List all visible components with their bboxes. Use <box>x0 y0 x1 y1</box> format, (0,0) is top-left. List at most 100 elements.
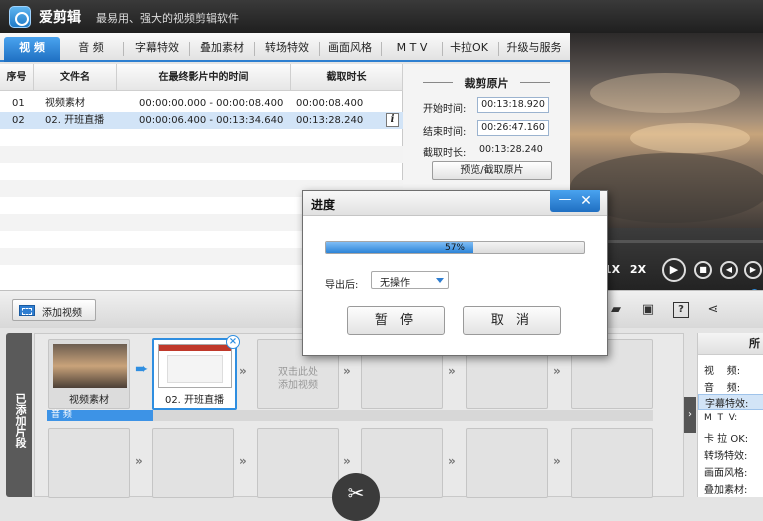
prev-frame-icon: ◀ <box>725 265 733 274</box>
tab-separator <box>254 42 255 56</box>
row-duration: 00:13:28.240 <box>296 115 364 126</box>
tab-transition-effects[interactable]: 转场特效 <box>257 37 317 59</box>
project-info-panel: 所 视 频: 音 频: 字幕特效: M T V: 卡 拉 OK: 转场特效: 画… <box>697 333 763 497</box>
tab-video[interactable]: 视 频 <box>4 37 60 62</box>
transition-arrow-icon[interactable]: » <box>553 454 567 468</box>
start-time-field[interactable]: 00:13:18.920 <box>477 97 549 113</box>
film-icon <box>19 305 35 316</box>
after-export-value: 无操作 <box>380 278 410 289</box>
progress-percent: 57% <box>444 243 465 253</box>
table-row-selected[interactable]: 02 02. 开班直播 00:00:06.400 - 00:13:34.640 … <box>0 112 403 129</box>
arrow-right-icon: ➨ <box>135 359 149 378</box>
save-icon[interactable]: ▣ <box>640 302 656 318</box>
tab-overlay-materials[interactable]: 叠加素材 <box>192 37 252 59</box>
empty-clip-slot[interactable] <box>466 428 548 498</box>
col-header-duration: 截取时长 <box>291 64 403 91</box>
next-frame-button[interactable]: ▶ <box>744 261 762 279</box>
minimize-icon[interactable]: — <box>556 191 574 211</box>
clip-card[interactable]: 视频素材 <box>48 339 130 409</box>
add-video-label: 添加视频 <box>42 308 82 319</box>
dialog-title: 进度 <box>311 198 336 212</box>
info-row-subtitle[interactable]: 字幕特效: <box>698 394 763 410</box>
tab-subtitle-effects[interactable]: 字幕特效 <box>127 37 187 59</box>
thumbnail-header <box>159 345 231 351</box>
tab-upgrade-service[interactable]: 升级与服务 <box>501 37 567 59</box>
info-row-overlay: 叠加素材: <box>704 485 748 496</box>
transition-arrow-icon[interactable]: » <box>553 364 567 378</box>
remove-clip-icon[interactable]: × <box>226 335 240 349</box>
row-time: 00:00:00.000 - 00:00:08.400 <box>139 98 284 109</box>
row-filename: 02. 开班直播 <box>45 115 105 126</box>
row-filename: 视频素材 <box>45 98 85 109</box>
info-row-audio: 音 频: <box>704 383 741 394</box>
add-video-hint: 双击此处 添加视频 <box>258 366 338 392</box>
preview-cloud <box>590 73 740 113</box>
preview-cloud <box>630 123 750 153</box>
info-row-transition: 转场特效: <box>704 451 748 462</box>
panel-header: 所 <box>698 333 763 355</box>
tab-separator <box>442 42 443 56</box>
trim-title: 裁剪原片 <box>464 77 509 90</box>
transition-arrow-icon[interactable]: » <box>448 364 462 378</box>
audio-track[interactable]: 音 频 <box>47 410 653 421</box>
play-button[interactable]: ▶ <box>662 258 686 282</box>
row-duration: 00:00:08.400 <box>296 98 364 109</box>
chevron-down-icon <box>436 278 444 283</box>
stop-button[interactable]: ■ <box>694 261 712 279</box>
transition-arrow-icon[interactable]: » <box>135 454 149 468</box>
col-header-index: 序号 <box>0 64 34 91</box>
tab-mtv[interactable]: M T V <box>384 37 440 59</box>
row-time: 00:00:06.400 - 00:13:34.640 <box>139 115 284 126</box>
tab-separator <box>189 42 190 56</box>
transition-arrow-icon[interactable]: » <box>239 364 253 378</box>
table-stripe <box>0 146 403 163</box>
help-icon[interactable]: ? <box>673 302 689 318</box>
audio-track-label: 音 频 <box>47 410 153 421</box>
end-time-label: 结束时间: <box>423 127 467 138</box>
row-index: 02 <box>12 115 25 126</box>
empty-clip-slot[interactable] <box>48 428 130 498</box>
preview-trim-button[interactable]: 预览/截取原片 <box>432 161 552 180</box>
added-clips-tab[interactable]: 已添加片段 <box>6 333 32 497</box>
close-icon[interactable]: ✕ <box>577 191 595 211</box>
transition-arrow-icon[interactable]: » <box>343 364 357 378</box>
empty-clip-slot[interactable] <box>152 428 234 498</box>
transition-arrow-icon[interactable]: » <box>343 454 357 468</box>
info-row-video: 视 频: <box>704 366 741 377</box>
play-icon: ▶ <box>669 263 679 276</box>
stop-icon: ■ <box>699 265 707 274</box>
collapse-panel-icon[interactable]: › <box>684 397 696 433</box>
transition-arrow-icon[interactable]: » <box>448 454 462 468</box>
table-row[interactable]: 01 视频素材 00:00:00.000 - 00:00:08.400 00:0… <box>0 95 403 112</box>
thumbnail-body <box>167 355 223 383</box>
tab-picture-style[interactable]: 画面风格 <box>320 37 380 59</box>
info-icon[interactable]: i <box>386 113 399 127</box>
dialog-titlebar[interactable]: 进度 — ✕ <box>303 190 607 216</box>
after-export-select[interactable]: 无操作 <box>371 271 449 289</box>
trim-duration-label: 截取时长: <box>423 148 467 159</box>
trim-duration-value: 00:13:28.240 <box>479 144 543 155</box>
clip-card-selected[interactable]: 02. 开班直播 × <box>152 335 240 410</box>
speed-2x-button[interactable]: 2X <box>627 261 649 279</box>
after-export-label: 导出后: <box>325 280 359 291</box>
transition-arrow-icon[interactable]: » <box>239 454 253 468</box>
open-folder-icon[interactable]: ▰ <box>608 302 624 318</box>
prev-frame-button[interactable]: ◀ <box>720 261 738 279</box>
playback-timeline[interactable] <box>600 240 763 243</box>
tab-audio[interactable]: 音 频 <box>66 37 116 59</box>
scissors-icon[interactable]: ✂ <box>332 473 380 521</box>
end-time-field[interactable]: 00:26:47.160 <box>477 120 549 136</box>
tab-karaoke[interactable]: 卡拉OK <box>444 37 494 59</box>
app-name: 爱剪辑 <box>39 10 81 26</box>
empty-clip-slot[interactable] <box>571 428 653 498</box>
title-bar: 爱剪辑 最易用、强大的视频剪辑软件 <box>0 0 763 33</box>
col-header-final-time: 在最终影片中的时间 <box>117 64 291 91</box>
share-icon[interactable]: ⋖ <box>705 302 721 318</box>
clip-label: 视频素材 <box>69 395 109 406</box>
pause-button[interactable]: 暂 停 <box>347 306 445 335</box>
main-tab-bar: 视 频 音 频 字幕特效 叠加素材 转场特效 画面风格 M T V 卡拉OK 升… <box>0 33 570 62</box>
app-slogan: 最易用、强大的视频剪辑软件 <box>96 12 239 25</box>
add-video-button[interactable]: 添加视频 <box>12 299 96 321</box>
empty-clip-slot[interactable] <box>257 428 339 498</box>
cancel-button[interactable]: 取 消 <box>463 306 561 335</box>
